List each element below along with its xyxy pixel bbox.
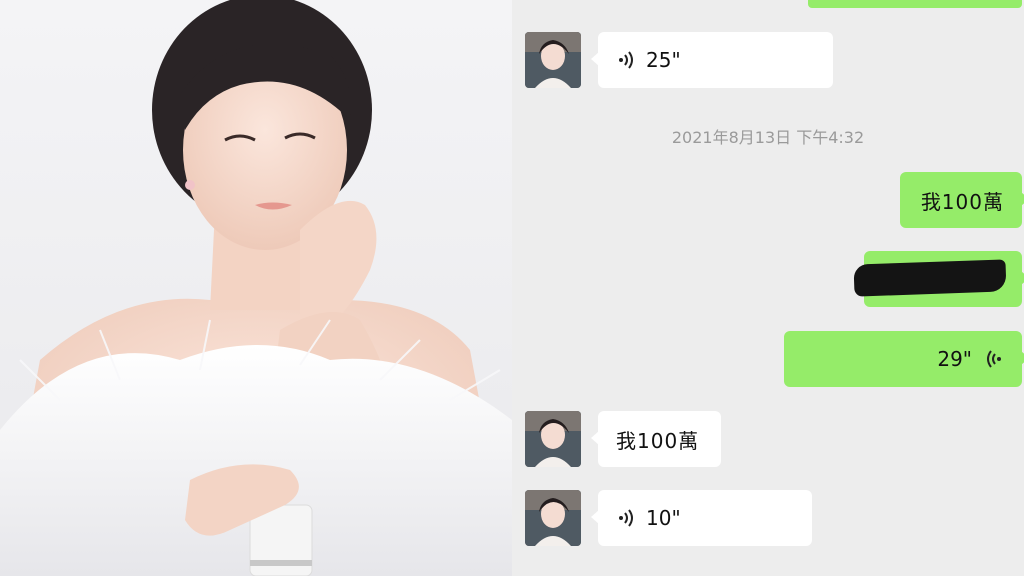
incoming-voice-message[interactable]: 25" [591, 32, 833, 88]
message-text: 我100萬 [616, 428, 700, 453]
redaction-mark [853, 259, 1007, 297]
outgoing-text-message[interactable]: 我100萬 [900, 172, 1024, 228]
incoming-voice-message[interactable]: 10" [591, 490, 812, 546]
voice-wave-icon [619, 51, 633, 69]
contact-avatar[interactable] [525, 32, 581, 88]
portrait-photo [0, 0, 512, 576]
avatar-image [525, 411, 581, 467]
voice-duration: 29" [937, 347, 972, 371]
chat-conversation[interactable]: 25" 2021年8月13日 下午4:32 我100萬 29" 我100萬 10… [512, 0, 1024, 576]
voice-duration: 10" [646, 506, 681, 530]
message-timestamp: 2021年8月13日 下午4:32 [671, 128, 865, 147]
contact-avatar[interactable] [525, 411, 581, 467]
avatar-image [525, 490, 581, 546]
voice-wave-icon [987, 350, 1001, 368]
contact-avatar[interactable] [525, 490, 581, 546]
outgoing-bubble-partial[interactable] [808, 0, 1022, 8]
avatar-image [525, 32, 581, 88]
voice-wave-icon [619, 509, 633, 527]
incoming-text-message[interactable]: 我100萬 [591, 411, 721, 467]
message-text: 我100萬 [920, 189, 1004, 214]
outgoing-voice-message[interactable]: 29" [784, 331, 1024, 387]
voice-duration: 25" [646, 48, 681, 72]
portrait-illustration [0, 0, 512, 576]
